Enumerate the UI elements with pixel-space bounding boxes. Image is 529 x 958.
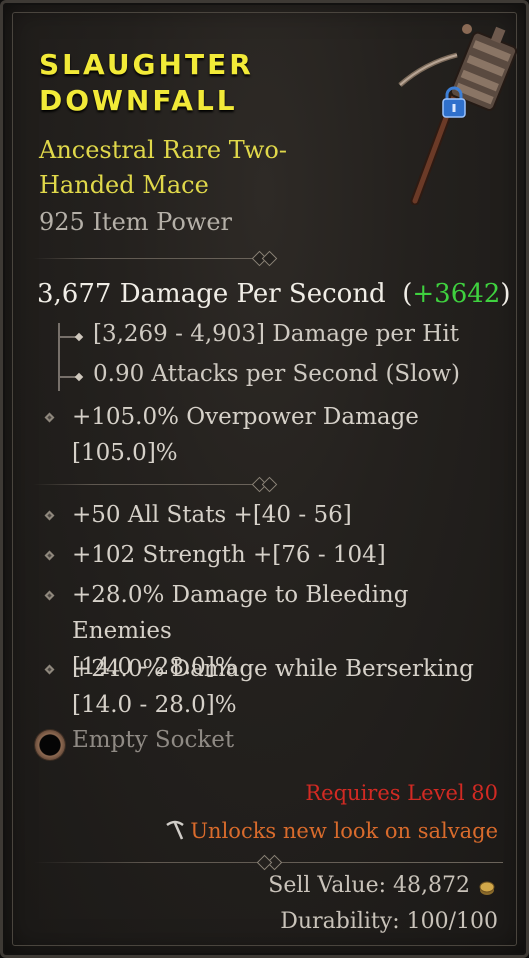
item-name-line-1: SLAUGHTER: [39, 48, 254, 81]
durability: Durability: 100/100: [280, 909, 498, 934]
affix-line-2: [14.0 - 28.0]%: [72, 692, 237, 718]
damage-per-hit: [3,269 - 4,903] Damage per Hit: [93, 321, 459, 347]
item-name: SLAUGHTER DOWNFALL: [39, 47, 254, 119]
salvage-unlock: Unlocks new look on salvage: [164, 819, 498, 843]
affix-line-1: +24.0% Damage while Berserking: [72, 656, 474, 682]
lock-icon[interactable]: [439, 85, 469, 119]
dps-compare-open: (: [402, 279, 413, 309]
pickaxe-icon: [166, 820, 185, 840]
affix-berserking-damage: +24.0% Damage while Berserking [14.0 - 2…: [72, 651, 512, 723]
branch-dot-icon: [74, 372, 84, 382]
divider: [33, 476, 278, 493]
divider: [33, 250, 278, 267]
affix-strength: +102 Strength +[76 - 104]: [72, 542, 386, 568]
affix-line-1: +28.0% Damage to Bleeding Enemies: [72, 582, 409, 644]
affix-bullet-icon: [44, 510, 55, 521]
dps-delta: +3642: [412, 279, 501, 309]
damage-per-second: 3,677 Damage Per Second (+3642): [37, 279, 511, 309]
salvage-unlock-text: Unlocks new look on salvage: [190, 819, 498, 843]
affix-bullet-icon: [44, 412, 55, 423]
sell-value: Sell Value: 48,872: [268, 873, 470, 898]
item-power: 925 Item Power: [39, 208, 232, 236]
empty-socket: Empty Socket: [72, 727, 235, 753]
socket-icon: [35, 730, 65, 760]
affix-bullet-icon: [44, 664, 55, 675]
implicit-affix-line-2: [105.0]%: [72, 440, 178, 466]
branch-dot-icon: [74, 332, 84, 342]
implicit-affix-line-1: +105.0% Overpower Damage: [72, 404, 419, 430]
stat-tree-line: [58, 323, 60, 391]
affix-bullet-icon: [44, 550, 55, 561]
affix-bullet-icon: [44, 590, 55, 601]
dps-compare-close: ): [500, 279, 511, 309]
item-type: Ancestral Rare Two-Handed Mace: [39, 136, 287, 199]
item-name-line-2: DOWNFALL: [39, 84, 238, 117]
divider: [33, 854, 503, 871]
dps-value: 3,677 Damage Per Second: [37, 279, 386, 309]
implicit-affix: +105.0% Overpower Damage [105.0]%: [72, 399, 512, 471]
dps-comparison: (+3642): [394, 279, 511, 309]
item-tooltip: SLAUGHTER DOWNFALL Ancestral Rare Two-Ha…: [0, 0, 529, 958]
level-requirement: Requires Level 80: [305, 781, 498, 805]
gold-coin-icon: [479, 881, 495, 895]
attack-speed: 0.90 Attacks per Second (Slow): [93, 361, 461, 387]
affix-all-stats: +50 All Stats +[40 - 56]: [72, 502, 352, 528]
